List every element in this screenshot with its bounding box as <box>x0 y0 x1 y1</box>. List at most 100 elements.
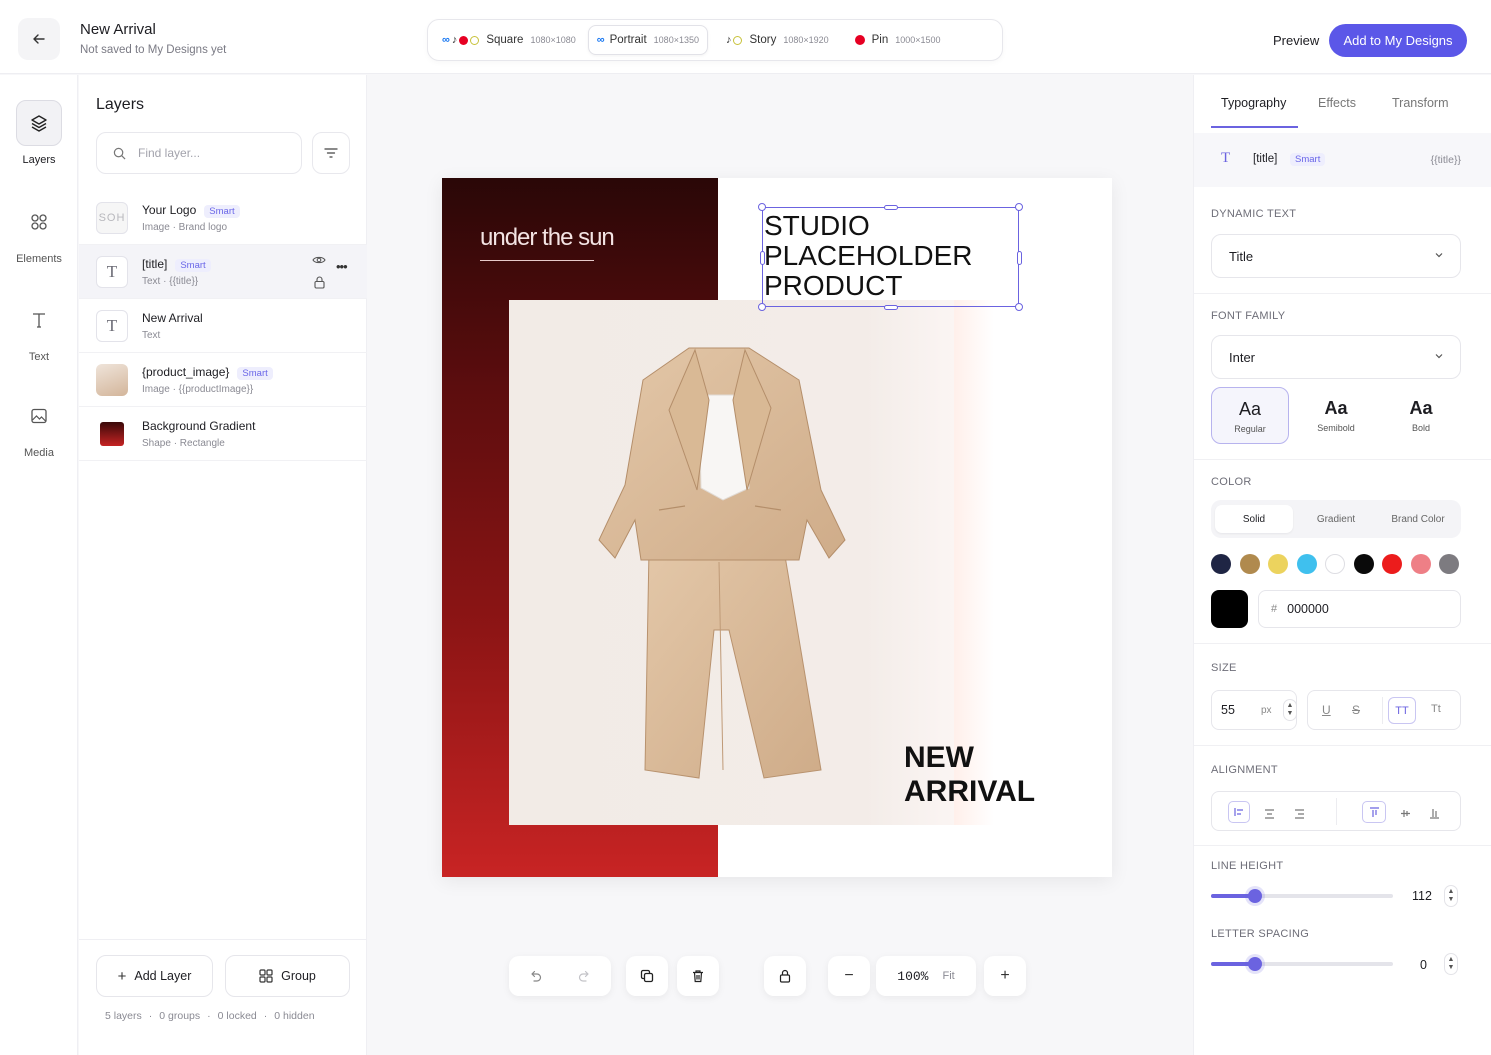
delete-button[interactable] <box>677 956 719 996</box>
product-image[interactable] <box>509 300 954 825</box>
hex-value: 000000 <box>1287 602 1329 616</box>
layer-row-product-image[interactable]: {product_image} Smart Image · {{productIm… <box>79 353 367 407</box>
brand-logo[interactable]: under the sun <box>480 224 615 252</box>
resize-handle-top-left[interactable] <box>758 203 766 211</box>
layer-name-text: [title] <box>142 257 168 271</box>
valign-top-icon[interactable] <box>1362 801 1386 823</box>
add-layer-button[interactable]: + Add Layer <box>96 955 213 997</box>
resize-handle-left[interactable] <box>759 251 765 265</box>
search-input[interactable] <box>138 146 288 160</box>
layer-row-title[interactable]: T [title] Smart Text · {{title}} ••• <box>79 245 367 299</box>
line-height-slider[interactable] <box>1211 889 1393 903</box>
resize-handle-right[interactable] <box>1016 251 1022 265</box>
align-right-icon[interactable] <box>1294 806 1305 824</box>
layer-name-text: {product_image} <box>142 365 230 379</box>
undo-icon[interactable] <box>528 969 542 983</box>
new-arrival-text-layer[interactable]: NEW ARRIVAL <box>904 741 1035 809</box>
weight-regular[interactable]: Aa Regular <box>1211 387 1289 444</box>
weight-label: Regular <box>1234 424 1266 434</box>
font-family-select[interactable]: Inter <box>1211 335 1461 379</box>
divider <box>1336 798 1337 825</box>
color-preview[interactable] <box>1211 590 1248 628</box>
rail-item-layers[interactable]: Layers <box>0 100 78 166</box>
divider <box>1194 293 1491 294</box>
valign-bottom-icon[interactable] <box>1429 806 1440 824</box>
layer-row-new-arrival[interactable]: T New Arrival Text <box>79 299 367 353</box>
letter-spacing-slider[interactable] <box>1211 957 1393 971</box>
fit-button[interactable]: Fit <box>942 970 954 982</box>
weight-semibold[interactable]: Aa Semibold <box>1297 387 1375 444</box>
slider-handle[interactable] <box>1247 889 1262 903</box>
line-height-stepper[interactable]: ▲ ▼ <box>1444 885 1458 907</box>
format-portrait[interactable]: ∞ Portrait 1080×1350 <box>587 25 708 55</box>
duplicate-button[interactable] <box>626 956 668 996</box>
tab-transform[interactable]: Transform <box>1392 96 1449 110</box>
resize-handle-top-right[interactable] <box>1015 203 1023 211</box>
color-tab-brand[interactable]: Brand Color <box>1379 505 1457 533</box>
rail-item-text[interactable]: Text <box>0 297 78 363</box>
format-name: Pin <box>871 34 889 46</box>
slider-handle[interactable] <box>1247 957 1262 971</box>
layer-name: New Arrival <box>142 311 203 325</box>
group-button[interactable]: Group <box>225 955 350 997</box>
color-tab-solid[interactable]: Solid <box>1215 505 1293 533</box>
format-pin[interactable]: Pin 1000×1500 <box>847 25 949 55</box>
lock-button[interactable] <box>764 956 806 996</box>
dynamic-text-select[interactable]: Title <box>1211 234 1461 278</box>
font-size-input[interactable]: 55 px ▲ ▼ <box>1211 690 1297 730</box>
color-swatch[interactable] <box>1325 554 1345 574</box>
align-left-icon[interactable] <box>1228 801 1250 823</box>
letter-spacing-label: LETTER SPACING <box>1211 928 1310 940</box>
titlecase-icon[interactable]: Tt <box>1431 703 1441 715</box>
add-to-designs-button[interactable]: Add to My Designs <box>1329 24 1467 57</box>
tab-typography[interactable]: Typography <box>1221 96 1286 110</box>
redo-icon[interactable] <box>578 969 592 983</box>
color-swatch[interactable] <box>1439 554 1459 574</box>
rail-item-elements[interactable]: Elements <box>0 199 78 265</box>
format-story[interactable]: ♪ Story 1080×1920 <box>718 25 837 55</box>
filter-button[interactable] <box>312 132 350 174</box>
color-swatch[interactable] <box>1410 554 1431 574</box>
valign-middle-icon[interactable] <box>1400 806 1411 824</box>
letter-spacing-stepper[interactable]: ▲ ▼ <box>1444 953 1458 975</box>
color-swatch[interactable] <box>1211 554 1231 574</box>
selection-box[interactable] <box>758 203 1023 311</box>
color-swatch[interactable] <box>1353 554 1374 574</box>
align-center-icon[interactable] <box>1264 806 1275 824</box>
zoom-in-button[interactable]: + <box>984 956 1026 996</box>
layer-row-logo[interactable]: SOH Your Logo Smart Image · Brand logo <box>79 191 367 245</box>
color-swatch[interactable] <box>1296 554 1317 574</box>
resize-handle-bottom-left[interactable] <box>758 303 766 311</box>
resize-handle-top[interactable] <box>884 204 898 210</box>
zoom-out-button[interactable]: − <box>828 956 870 996</box>
design-canvas[interactable]: under the sun STUDIO PLACEHOLDER PRODUCT… <box>442 178 1112 877</box>
lock-icon[interactable] <box>314 276 325 289</box>
layer-row-background[interactable]: Background Gradient Shape · Rectangle <box>79 407 367 461</box>
format-square[interactable]: ∞ ♪ Square 1080×1080 <box>434 25 584 55</box>
more-options-icon[interactable]: ••• <box>336 259 348 274</box>
eye-icon[interactable] <box>312 255 326 265</box>
underline-icon[interactable]: U <box>1322 703 1331 717</box>
layer-search[interactable] <box>96 132 302 174</box>
color-tab-gradient[interactable]: Gradient <box>1297 505 1375 533</box>
strikethrough-icon[interactable]: S <box>1352 703 1360 717</box>
back-button[interactable] <box>18 18 60 60</box>
color-swatch[interactable] <box>1268 554 1288 574</box>
document-title[interactable]: New Arrival <box>80 21 156 38</box>
format-dimensions: 1000×1500 <box>895 35 941 45</box>
hex-input[interactable]: # 000000 <box>1258 590 1461 628</box>
rail-item-media[interactable]: Media <box>0 393 78 459</box>
color-swatch[interactable] <box>1382 554 1402 574</box>
search-icon <box>113 147 126 159</box>
resize-handle-bottom[interactable] <box>884 304 898 310</box>
weight-label: Bold <box>1411 423 1430 433</box>
uppercase-icon[interactable]: TT <box>1388 697 1416 724</box>
color-swatch[interactable] <box>1239 554 1260 574</box>
resize-handle-bottom-right[interactable] <box>1015 303 1023 311</box>
dynamic-text-label: DYNAMIC TEXT <box>1211 208 1297 220</box>
tab-effects[interactable]: Effects <box>1318 96 1356 110</box>
zoom-control[interactable]: 100% Fit <box>876 956 976 996</box>
preview-button[interactable]: Preview <box>1273 33 1319 48</box>
weight-bold[interactable]: Aa Bold <box>1382 387 1460 444</box>
font-size-stepper[interactable]: ▲ ▼ <box>1283 699 1297 721</box>
